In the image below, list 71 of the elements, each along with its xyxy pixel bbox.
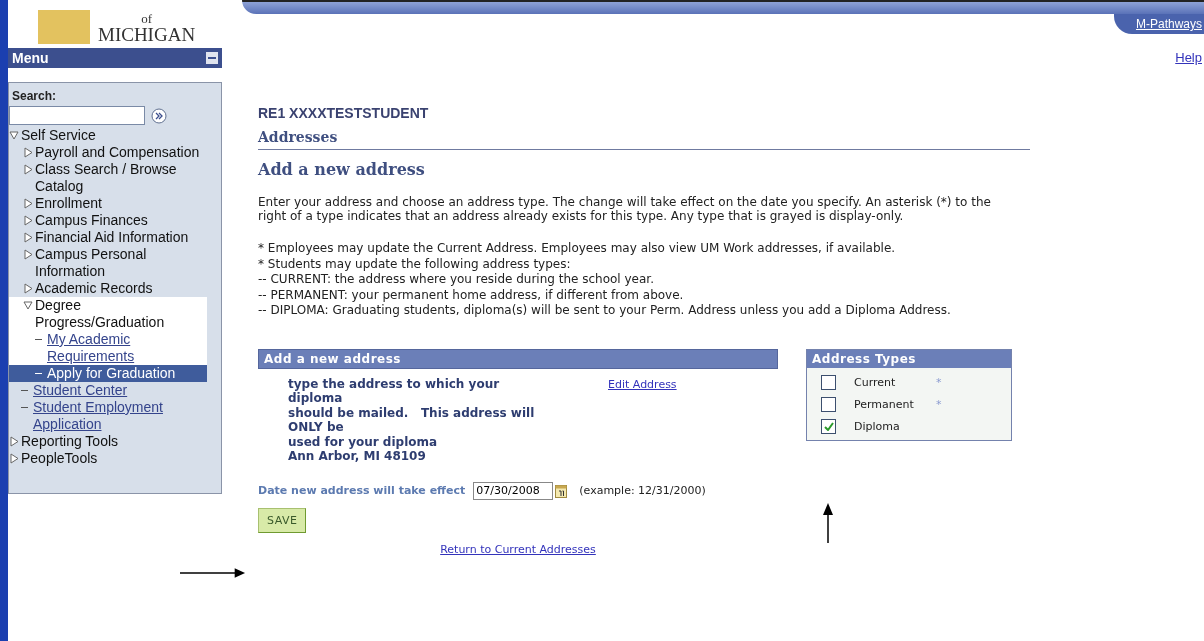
instructions-text: Enter your address and choose an address type. The change will take effect on the date you specify. An asterisk (*) to the right of a type indicates that an address already exists for this type. Any type that is grayed is display-only. <box>258 194 992 223</box>
menu-folder-label[interactable]: Campus Finances <box>35 212 148 229</box>
note-text: -- PERMANENT: your permanent home address, if different from above. <box>258 287 685 303</box>
checkbox[interactable] <box>821 396 836 412</box>
menu-folder-label[interactable]: Campus Personal Information <box>35 246 207 280</box>
menu-folder-label[interactable]: Payroll and Compensation <box>35 144 200 161</box>
menu-link[interactable]: My Academic Requirements <box>47 331 207 365</box>
menu-folder-label[interactable]: Academic Records <box>35 280 153 297</box>
return-link[interactable]: Return to Current Addresses <box>440 542 596 556</box>
logo-text: of <box>141 12 152 25</box>
triangle-right-icon[interactable] <box>23 161 33 178</box>
help-link[interactable]: Help <box>1175 50 1202 65</box>
triangle-right-icon[interactable] <box>9 450 19 467</box>
arrow-icon <box>822 503 834 543</box>
address-text: used for your diploma <box>288 434 439 449</box>
checkbox[interactable] <box>821 418 836 434</box>
triangle-right-icon[interactable] <box>23 229 33 246</box>
student-name: RE1 XXXXTESTSTUDENT <box>258 105 430 121</box>
panel-header: Add a new address <box>258 348 778 369</box>
arrow-icon <box>180 567 246 579</box>
address-text: ONLY be <box>288 420 345 435</box>
checkbox-label: Diploma <box>854 419 901 433</box>
triangle-right-icon[interactable] <box>23 280 33 297</box>
menu-folder-label[interactable]: PeopleTools <box>21 450 98 467</box>
calendar-icon[interactable] <box>555 483 568 498</box>
search-go-icon[interactable] <box>151 107 167 124</box>
triangle-right-icon[interactable] <box>23 195 33 212</box>
date-label: Date new address will take effect <box>258 484 466 497</box>
collapse-icon[interactable] <box>206 52 218 64</box>
exists-marker: * <box>936 375 942 389</box>
menu-folder-label[interactable]: Self Service <box>21 127 96 144</box>
menu-folder-label[interactable]: Reporting Tools <box>21 433 119 450</box>
menu-title: Menu <box>12 50 49 66</box>
date-field[interactable]: 07/30/2008 <box>473 481 554 500</box>
address-text: diploma <box>288 391 344 406</box>
date-example: (example: 12/31/2000) <box>579 484 706 497</box>
triangle-right-icon[interactable] <box>23 212 33 229</box>
checkbox-label: Current <box>854 375 897 389</box>
note-text: -- DIPLOMA: Graduating students, diploma(s) will be sent to your Perm. Address unless you add a Diploma Address. <box>258 303 952 319</box>
menu-link[interactable]: Student Employment Application <box>33 399 207 433</box>
address-text: should be mailed. This address will <box>288 405 536 420</box>
dash-icon <box>35 373 42 374</box>
triangle-right-icon[interactable] <box>9 433 19 450</box>
triangle-right-icon[interactable] <box>23 246 33 263</box>
dash-icon <box>21 407 28 408</box>
dash-icon <box>21 390 28 391</box>
menu-folder-label[interactable]: Class Search / Browse Catalog <box>35 161 207 195</box>
panel-header: Address Types <box>807 349 1011 368</box>
page-title: Addresses <box>258 121 1030 150</box>
menu-folder-label[interactable]: Degree Progress/Graduation <box>35 297 207 331</box>
edit-address-link[interactable]: Edit Address <box>608 377 677 391</box>
menu-folder-label[interactable]: Enrollment <box>35 195 102 212</box>
section-heading: Add a new address <box>258 160 426 179</box>
checkbox[interactable] <box>821 374 836 390</box>
logo-block-m <box>38 10 90 44</box>
search-label: Search: <box>11 89 58 103</box>
menu-link[interactable]: Student Center <box>33 382 128 399</box>
note-text: -- CURRENT: the address where you reside during the school year. <box>258 272 655 288</box>
exists-marker: * <box>936 397 942 411</box>
triangle-right-icon[interactable] <box>23 144 33 161</box>
note-text: * Employees may update the Current Address. Employees may also view UM Work addresses, if available. <box>258 241 897 257</box>
search-field[interactable] <box>9 106 145 125</box>
save-button[interactable]: SAVE <box>258 507 307 533</box>
logo-text: MICHIGAN <box>98 25 196 44</box>
address-text: type the address to which your <box>288 376 501 391</box>
app-tab[interactable]: M-Pathways <box>1113 14 1204 34</box>
checkbox-label: Permanent <box>854 397 915 411</box>
address-text: Ann Arbor, MI 48109 <box>288 449 427 464</box>
menu-folder-label[interactable]: Financial Aid Information <box>35 229 189 246</box>
dash-icon <box>35 339 42 340</box>
note-text: * Students may update the following address types: <box>258 256 572 272</box>
